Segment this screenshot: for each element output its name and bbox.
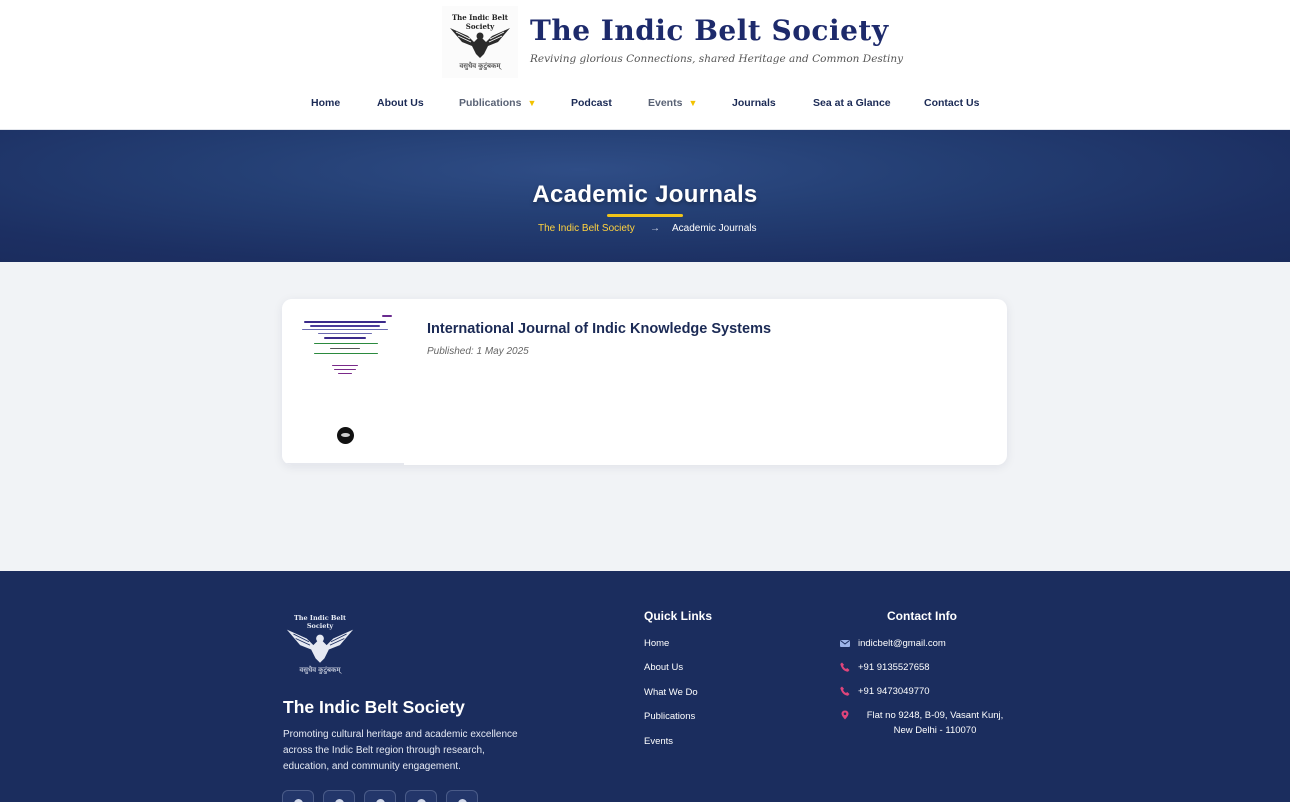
cover-line <box>324 337 366 339</box>
footer-link-events[interactable]: Events <box>644 736 673 747</box>
nav-publications-label: Publications <box>459 97 522 109</box>
journal-card[interactable]: International Journal of Indic Knowledge… <box>282 299 1007 465</box>
cover-line <box>314 353 378 354</box>
contact-info-heading: Contact Info <box>887 609 957 623</box>
location-pin-icon <box>841 710 849 720</box>
site-logo[interactable]: The Indic Belt Society वसुधैव कुटुंबकम् <box>442 6 518 78</box>
eagle-icon <box>450 28 510 58</box>
logo-motto: वसुधैव कुटुंबकम् <box>459 63 501 70</box>
footer-logo: The Indic Belt Society वसुधैव कुटुंबकम् <box>282 611 358 677</box>
nav-sea-label: Sea at a Glance <box>813 97 891 109</box>
nav-events-label: Events <box>648 97 683 109</box>
footer-link-publications[interactable]: Publications <box>644 711 695 722</box>
footer-site-name: The Indic Belt Society <box>283 697 465 717</box>
nav-podcast-label: Podcast <box>571 97 612 109</box>
nav-about-label: About Us <box>377 97 424 109</box>
nav-contact-us[interactable]: Contact Us <box>924 97 979 109</box>
contact-address: Flat no 9248, B-09, Vasant Kunj, New Del… <box>866 710 1004 736</box>
phone-icon <box>840 686 850 696</box>
footer-link-home[interactable]: Home <box>644 638 669 649</box>
cover-line <box>310 325 380 327</box>
page-hero: Academic Journals The Indic Belt Society… <box>0 130 1290 262</box>
x-icon[interactable] <box>405 790 437 802</box>
quick-links-heading: Quick Links <box>644 609 713 623</box>
contact-email-text: indicbelt@gmail.com <box>858 638 946 649</box>
cover-line <box>314 343 378 344</box>
nav-about-us[interactable]: About Us <box>377 97 424 109</box>
contact-phone-2-text: +91 9473049770 <box>858 686 930 697</box>
cover-line <box>304 321 386 323</box>
cover-line <box>330 348 360 349</box>
footer-description: Promoting cultural heritage and academic… <box>283 729 518 772</box>
nav-home[interactable]: Home <box>311 97 340 109</box>
cover-line <box>334 369 356 370</box>
breadcrumb-home-link[interactable]: The Indic Belt Society <box>538 223 635 234</box>
nav-podcast[interactable]: Podcast <box>571 97 612 109</box>
breadcrumb-arrow-icon: → <box>650 223 660 234</box>
title-underline <box>607 214 683 217</box>
brand-text: The Indic Belt Society Reviving glorious… <box>530 14 903 65</box>
nav-publications[interactable]: Publications ▼ <box>459 97 536 109</box>
site-title[interactable]: The Indic Belt Society <box>530 14 903 47</box>
footer-link-about-us[interactable]: About Us <box>644 662 683 673</box>
cover-line <box>382 315 392 317</box>
main-nav: Home About Us Publications ▼ Podcast Even… <box>0 97 1290 115</box>
journal-published-date: Published: 1 May 2025 <box>427 346 529 357</box>
site-footer: The Indic Belt Society वसुधैव कुटुंबकम् … <box>0 571 1290 802</box>
nav-journals-label: Journals <box>732 97 776 109</box>
nav-contact-label: Contact Us <box>924 97 980 109</box>
email-icon <box>840 640 850 647</box>
youtube-icon[interactable] <box>364 790 396 802</box>
nav-home-label: Home <box>311 97 341 109</box>
journal-title[interactable]: International Journal of Indic Knowledge… <box>427 321 771 337</box>
brand[interactable]: The Indic Belt Society वसुधैव कुटुंबकम् … <box>442 6 903 78</box>
cover-line <box>338 373 352 374</box>
nav-journals[interactable]: Journals <box>732 97 776 109</box>
page-title: Academic Journals <box>532 181 758 208</box>
cover-emblem-icon <box>337 427 354 444</box>
site-header: The Indic Belt Society वसुधैव कुटुंबकम् … <box>0 0 1290 130</box>
contact-phone-1-text: +91 9135527658 <box>858 662 930 673</box>
cover-line <box>318 333 372 334</box>
dropdown-caret-icon: ▼ <box>688 98 698 108</box>
footer-link-what-we-do[interactable]: What We Do <box>644 687 698 698</box>
nav-events[interactable]: Events ▼ <box>648 97 697 109</box>
eagle-icon <box>286 629 354 663</box>
facebook-icon[interactable] <box>282 790 314 802</box>
dropdown-caret-icon: ▼ <box>527 98 537 108</box>
breadcrumb-current: Academic Journals <box>672 223 757 234</box>
phone-icon <box>840 662 850 672</box>
cover-line <box>302 329 388 330</box>
journal-cover-thumbnail[interactable] <box>282 299 404 465</box>
linkedin-icon[interactable] <box>446 790 478 802</box>
site-tagline: Reviving glorious Connections, shared He… <box>530 52 904 65</box>
cover-line <box>332 365 358 366</box>
footer-logo-motto: वसुधैव कुटुंबकम् <box>299 667 341 674</box>
instagram-icon[interactable] <box>323 790 355 802</box>
nav-sea-at-a-glance[interactable]: Sea at a Glance <box>813 97 891 109</box>
